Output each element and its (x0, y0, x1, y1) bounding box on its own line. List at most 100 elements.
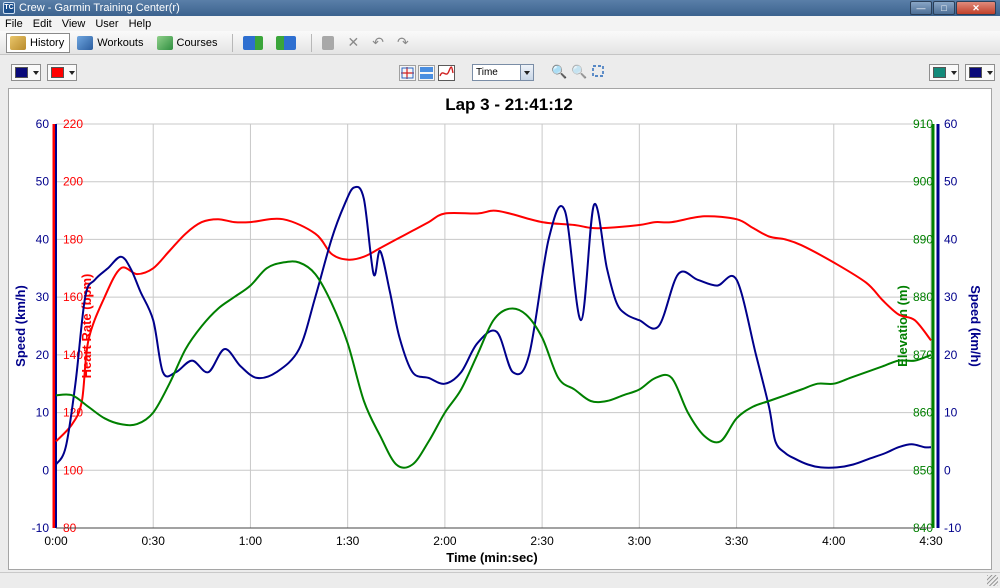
speed-right-tick-label: 30 (944, 290, 958, 304)
speed-left-tick-label: 40 (36, 232, 50, 246)
x-tick-label: 0:00 (44, 534, 68, 548)
minimize-button[interactable]: — (910, 1, 932, 15)
tab-history[interactable]: History (6, 32, 71, 53)
zoom-out-button[interactable]: 🔍 (571, 64, 587, 80)
chevron-down-icon (520, 65, 533, 80)
chevron-down-icon (69, 70, 75, 75)
tab-courses[interactable]: Courses (153, 33, 224, 53)
x-tick-label: 1:30 (336, 534, 360, 548)
receive-from-device-button[interactable] (272, 33, 302, 53)
chart-series (55, 185, 932, 469)
status-bar (0, 572, 1000, 588)
speed-series-line (55, 185, 932, 469)
heart-rate-color-picker[interactable] (47, 64, 77, 81)
speed-left-tick-label: 20 (36, 348, 50, 362)
heart-rate-tick-label: 200 (63, 175, 83, 189)
history-icon (10, 35, 26, 50)
x-axis-mode-value: Time (476, 67, 498, 78)
speed-right-axis-label: Speed (km/h) (968, 285, 983, 367)
color-swatch (933, 67, 946, 78)
elevation-series-line (55, 260, 932, 469)
heart-rate-series-line (55, 209, 932, 443)
chevron-down-icon (951, 70, 957, 75)
chart-grid (55, 123, 932, 529)
heart-rate-tick-label: 100 (63, 463, 83, 477)
toolbar-divider (232, 33, 234, 52)
elevation-tick-label: 910 (913, 117, 933, 131)
copy-icon (322, 35, 335, 50)
undo-button[interactable]: ↶ (368, 33, 390, 53)
lap-chart: Lap 3 - 21:41:12 0:00 0:30 1:00 1:30 2:00 2:3… (13, 95, 983, 565)
speed-right-tick-label: 10 (944, 406, 958, 420)
tab-workouts[interactable]: Workouts (73, 33, 149, 53)
speed-color-picker[interactable] (11, 64, 41, 81)
crosshair-view-button[interactable] (399, 65, 416, 81)
color-swatch (969, 67, 982, 78)
x-tick-label: 1:00 (239, 534, 263, 548)
chevron-down-icon (33, 70, 39, 75)
speed-right-tick-label: 20 (944, 348, 958, 362)
undo-icon: ↶ (372, 34, 384, 50)
color-swatch (15, 67, 28, 78)
speed-left-tick-label: 60 (36, 117, 50, 131)
redo-icon: ↷ (396, 34, 409, 50)
x-axis-label: Time (min:sec) (446, 550, 538, 565)
elevation-color-picker[interactable] (929, 64, 959, 81)
overlay-view-button[interactable] (438, 65, 455, 81)
delete-button[interactable]: ✕ (343, 33, 365, 53)
courses-icon (156, 35, 173, 50)
menu-user[interactable]: User (90, 18, 123, 30)
x-axis-mode-select[interactable]: Time (472, 64, 534, 81)
x-tick-label: 4:00 (822, 534, 846, 548)
x-tick-label: 3:30 (725, 534, 749, 548)
send-to-device-button[interactable] (239, 33, 269, 53)
chart-toolbar: Time 🔍 🔍 (0, 57, 1000, 87)
resize-grip-icon[interactable] (987, 575, 998, 586)
split-view-icon (420, 67, 433, 79)
elevation-tick-label: 890 (913, 232, 933, 246)
speed-left-tick-label: -10 (32, 521, 50, 535)
elevation-tick-label: 850 (913, 463, 933, 477)
zoom-in-button[interactable]: 🔍 (551, 64, 567, 80)
speed-right-color-picker[interactable] (965, 64, 995, 81)
maximize-button[interactable]: □ (933, 1, 955, 15)
window-title: Crew - Garmin Training Center(r) (19, 2, 180, 14)
menu-view[interactable]: View (57, 18, 91, 30)
menu-bar: File Edit View User Help (0, 16, 1000, 31)
tab-workouts-label: Workouts (97, 36, 144, 49)
tab-courses-label: Courses (176, 36, 218, 49)
copy-button[interactable] (318, 33, 340, 53)
speed-right-tick-label: 60 (944, 117, 958, 131)
menu-file[interactable]: File (0, 18, 28, 30)
menu-help[interactable]: Help (124, 18, 157, 30)
zoom-fit-button[interactable] (591, 64, 607, 80)
x-tick-label: 2:00 (433, 534, 457, 548)
close-button[interactable]: ✕ (956, 1, 996, 15)
delete-icon: ✕ (347, 34, 360, 50)
split-view-button[interactable] (418, 65, 435, 81)
toolbar-divider (311, 33, 313, 52)
x-tick-label: 4:30 (919, 534, 943, 548)
elevation-tick-label: 880 (913, 290, 933, 304)
speed-left-tick-label: 10 (36, 406, 50, 420)
menu-edit[interactable]: Edit (28, 18, 57, 30)
heart-rate-tick-label: 220 (63, 117, 83, 131)
redo-button[interactable]: ↷ (393, 33, 415, 53)
zoom-out-icon: 🔍 (571, 64, 588, 79)
color-swatch (51, 67, 64, 78)
x-tick-label: 2:30 (530, 534, 554, 548)
heart-rate-tick-label: 180 (63, 232, 83, 246)
send-to-device-icon (243, 35, 264, 50)
speed-left-axis-label: Speed (km/h) (13, 285, 28, 367)
speed-left-tick-label: 0 (42, 463, 49, 477)
speed-right-tick-label: 50 (944, 175, 958, 189)
receive-from-device-icon (276, 35, 297, 50)
elevation-axis-label: Elevation (m) (895, 285, 910, 367)
tab-history-label: History (30, 36, 65, 49)
speed-right-tick-label: 40 (944, 232, 958, 246)
elevation-tick-label: 860 (913, 406, 933, 420)
title-bar: TC Crew - Garmin Training Center(r) — □ … (0, 0, 1000, 16)
crosshair-icon (401, 67, 414, 79)
chevron-down-icon (987, 70, 993, 75)
chart-title: Lap 3 - 21:41:12 (445, 95, 573, 114)
